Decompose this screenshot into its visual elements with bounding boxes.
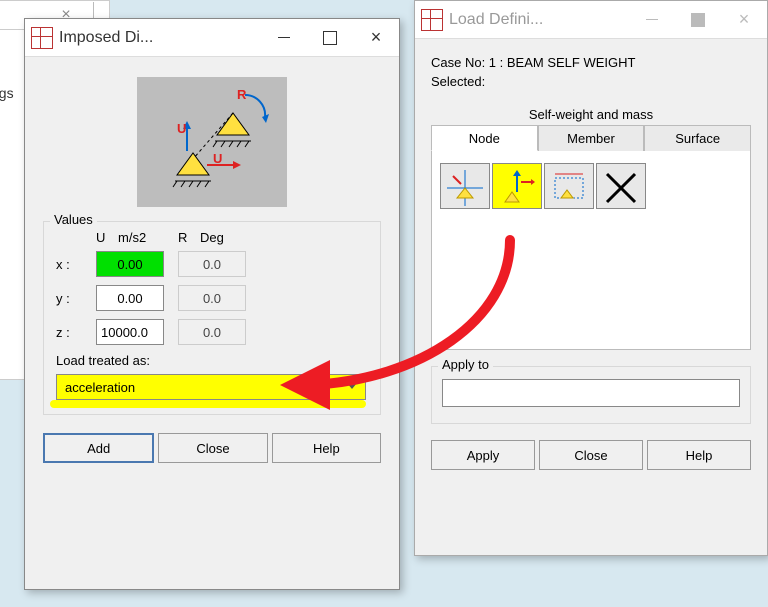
- svg-text:U: U: [213, 151, 222, 166]
- titlebar: Imposed Di... ×: [25, 19, 399, 57]
- column-headers: U m/s2 R Deg: [56, 230, 368, 245]
- values-group-title: Values: [50, 212, 97, 227]
- load-type-icon-4[interactable]: [596, 163, 646, 209]
- selected-label: Selected:: [431, 74, 751, 89]
- close-button-footer[interactable]: Close: [539, 440, 643, 470]
- y-u-input[interactable]: [96, 285, 164, 311]
- window-title: Imposed Di...: [59, 29, 261, 47]
- x-r-input: [178, 251, 246, 277]
- load-definition-dialog: Load Defini... × Case No: 1 : BEAM SELF …: [414, 0, 768, 556]
- load-treated-label: Load treated as:: [56, 353, 368, 368]
- load-type-icon-3[interactable]: [544, 163, 594, 209]
- close-button-footer[interactable]: Close: [158, 433, 267, 463]
- tab-surface[interactable]: Surface: [644, 125, 751, 151]
- minimize-button[interactable]: [261, 19, 307, 56]
- window-title: Load Defini...: [449, 11, 629, 29]
- tab-node[interactable]: Node: [431, 125, 538, 151]
- z-r-input: [178, 319, 246, 345]
- add-button[interactable]: Add: [43, 433, 154, 463]
- x-u-input[interactable]: [96, 251, 164, 277]
- y-r-input: [178, 285, 246, 311]
- tabset-title: Self-weight and mass: [431, 107, 751, 122]
- apply-to-group: Apply to: [431, 366, 751, 424]
- x-label: x :: [56, 257, 82, 272]
- app-icon: [31, 27, 53, 49]
- load-diagram: R U U: [137, 77, 287, 207]
- load-type-icon-1[interactable]: [440, 163, 490, 209]
- chevron-down-icon: [347, 383, 357, 389]
- load-treated-combo[interactable]: acceleration: [56, 374, 366, 400]
- maximize-button[interactable]: [675, 1, 721, 38]
- help-button[interactable]: Help: [647, 440, 751, 470]
- values-group: Values U m/s2 R Deg x : y : z :: [43, 221, 381, 415]
- apply-to-input[interactable]: [442, 379, 740, 407]
- y-label: y :: [56, 291, 82, 306]
- tab-member[interactable]: Member: [538, 125, 645, 151]
- apply-button[interactable]: Apply: [431, 440, 535, 470]
- highlight-annotation: [50, 400, 366, 408]
- svg-text:U: U: [177, 121, 186, 136]
- maximize-button[interactable]: [307, 19, 353, 56]
- close-button[interactable]: ×: [353, 19, 399, 56]
- load-type-icon-2[interactable]: [492, 163, 542, 209]
- close-button[interactable]: ×: [721, 1, 767, 38]
- minimize-button[interactable]: [629, 1, 675, 38]
- load-treated-value: acceleration: [65, 380, 135, 395]
- app-icon: [421, 9, 443, 31]
- z-u-input[interactable]: [96, 319, 164, 345]
- z-label: z :: [56, 325, 82, 340]
- case-label: Case No: 1 : BEAM SELF WEIGHT: [431, 55, 751, 70]
- imposed-displacement-dialog: Imposed Di... × R: [24, 18, 400, 590]
- help-button[interactable]: Help: [272, 433, 381, 463]
- tabset: Self-weight and mass Node Member Surface: [431, 125, 751, 350]
- tab-body: [431, 150, 751, 350]
- titlebar: Load Defini... ×: [415, 1, 767, 39]
- bg-text-fragment: ngs: [0, 85, 14, 101]
- apply-to-label: Apply to: [438, 357, 493, 372]
